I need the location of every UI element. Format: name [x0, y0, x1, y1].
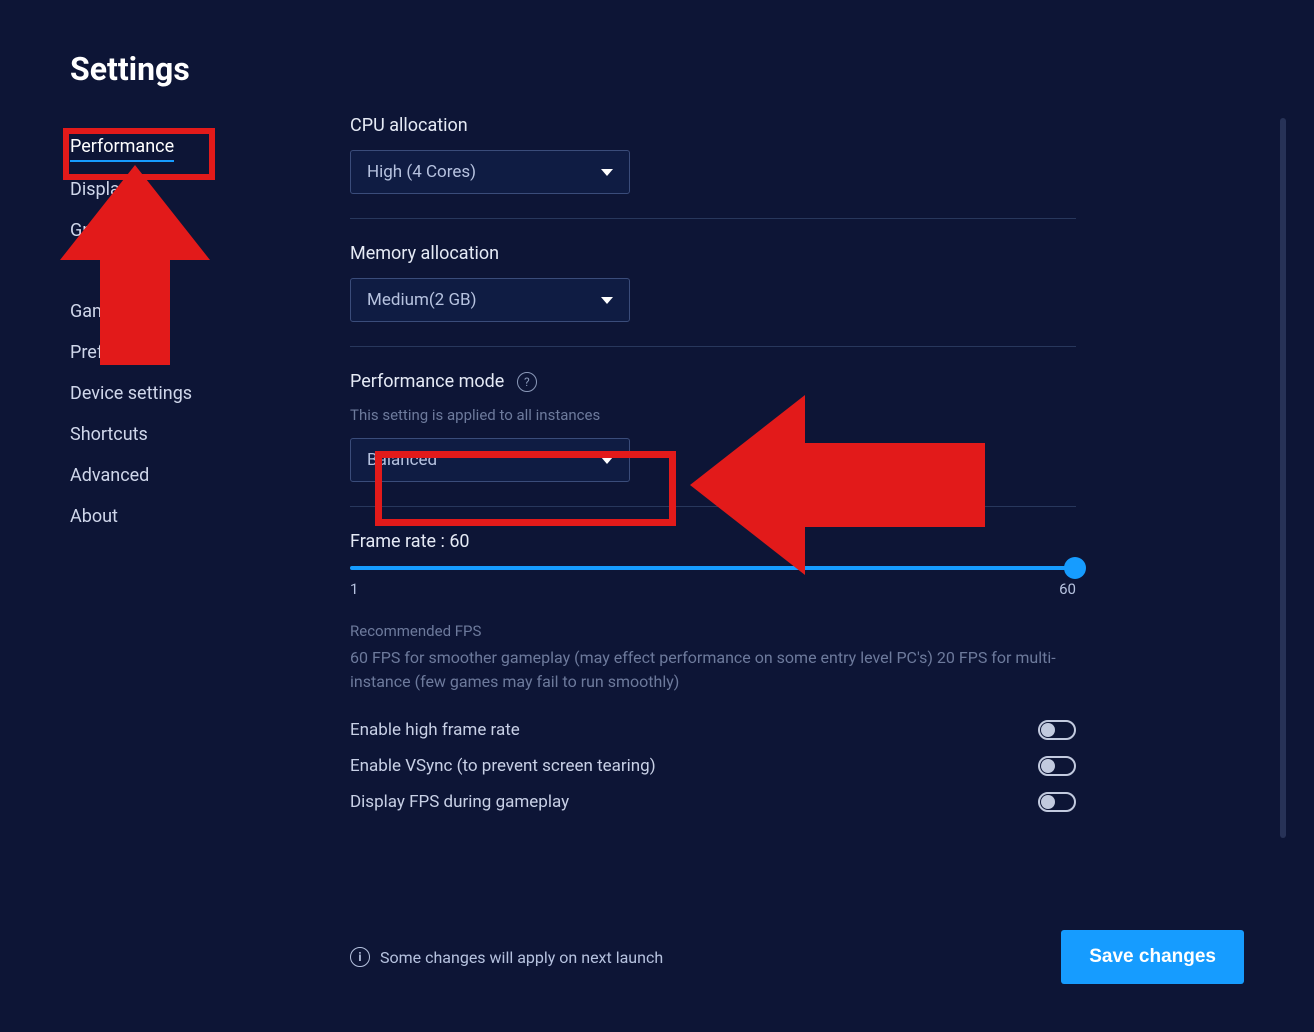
nav-item-device-settings[interactable]: Device settings [70, 373, 350, 414]
footer: i Some changes will apply on next launch… [350, 902, 1244, 1032]
chevron-down-icon [601, 457, 613, 464]
main-panel: CPU allocation High (4 Cores) Memory all… [350, 50, 1314, 1032]
memory-allocation-select[interactable]: Medium(2 GB) [350, 278, 630, 322]
cpu-allocation-value: High (4 Cores) [367, 162, 476, 182]
vsync-label: Enable VSync (to prevent screen tearing) [350, 756, 656, 776]
nav-item-performance[interactable]: Performance [70, 126, 174, 162]
slider-thumb[interactable] [1064, 557, 1086, 579]
nav-item-preferences[interactable]: Preferences [70, 332, 350, 373]
slider-min: 1 [350, 580, 358, 598]
nav-item-gamepad[interactable]: Gamepad [70, 291, 350, 332]
info-icon: i [350, 947, 370, 967]
nav-item-about[interactable]: About [70, 496, 350, 537]
page-title: Settings [70, 50, 350, 88]
nav-item-advanced[interactable]: Advanced [70, 455, 350, 496]
recommended-fps-text: 60 FPS for smoother gameplay (may effect… [350, 646, 1090, 694]
slider-max: 60 [1059, 580, 1076, 598]
high-frame-rate-row: Enable high frame rate [350, 712, 1076, 748]
vsync-toggle[interactable] [1038, 756, 1076, 776]
performance-mode-label-text: Performance mode [350, 371, 504, 392]
cpu-allocation-select[interactable]: High (4 Cores) [350, 150, 630, 194]
display-fps-toggle[interactable] [1038, 792, 1076, 812]
divider [350, 346, 1076, 347]
display-fps-row: Display FPS during gameplay [350, 784, 1076, 820]
content: CPU allocation High (4 Cores) Memory all… [350, 115, 1244, 902]
performance-mode-value: Balanced [367, 450, 437, 470]
scrollbar[interactable] [1280, 118, 1286, 838]
chevron-down-icon [601, 297, 613, 304]
nav-item-shortcuts[interactable]: Shortcuts [70, 414, 350, 455]
chevron-down-icon [601, 169, 613, 176]
nav-item-graphics[interactable]: Graphics [70, 210, 350, 251]
footer-note: i Some changes will apply on next launch [350, 947, 663, 967]
performance-mode-select[interactable]: Balanced [350, 438, 630, 482]
cpu-allocation-label: CPU allocation [350, 115, 1209, 136]
nav-list: Performance Display Graphics Gamepad Pre… [70, 126, 350, 537]
help-icon[interactable]: ? [517, 372, 537, 392]
recommended-fps-label: Recommended FPS [350, 622, 1209, 640]
vsync-row: Enable VSync (to prevent screen tearing) [350, 748, 1076, 784]
footer-note-text: Some changes will apply on next launch [380, 948, 663, 967]
memory-allocation-value: Medium(2 GB) [367, 290, 477, 310]
save-changes-button[interactable]: Save changes [1061, 930, 1244, 984]
frame-rate-slider[interactable]: 1 60 [350, 566, 1076, 598]
display-fps-label: Display FPS during gameplay [350, 792, 569, 812]
high-frame-rate-toggle[interactable] [1038, 720, 1076, 740]
divider [350, 218, 1076, 219]
memory-allocation-label: Memory allocation [350, 243, 1209, 264]
divider [350, 506, 1076, 507]
high-frame-rate-label: Enable high frame rate [350, 720, 520, 740]
performance-mode-subtext: This setting is applied to all instances [350, 406, 1209, 424]
nav-item-display[interactable]: Display [70, 169, 350, 210]
sidebar: Settings Performance Display Graphics Ga… [70, 50, 350, 1032]
performance-mode-label: Performance mode ? [350, 371, 1209, 392]
frame-rate-label: Frame rate : 60 [350, 531, 1209, 552]
